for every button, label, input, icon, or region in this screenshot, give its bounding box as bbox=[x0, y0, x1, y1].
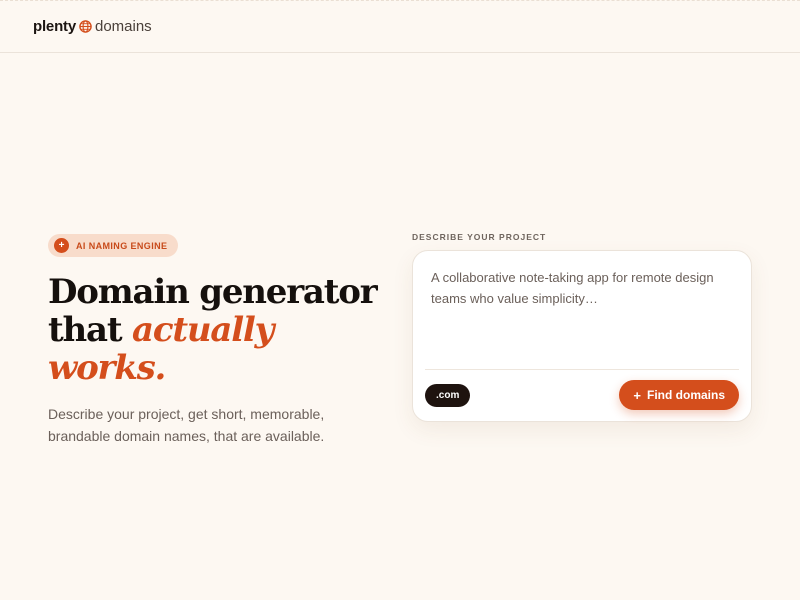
project-description-input[interactable]: A collaborative note-taking app for remo… bbox=[431, 267, 736, 363]
logo[interactable]: plenty domains bbox=[33, 18, 152, 35]
card-divider bbox=[425, 369, 739, 370]
project-description-label: DESCRIBE YOUR PROJECT bbox=[412, 232, 547, 242]
logo-word-plenty: plenty bbox=[33, 18, 76, 35]
page-title: Domain generator that actually works. bbox=[48, 273, 388, 387]
plus-icon: + bbox=[54, 238, 69, 253]
tld-selector[interactable]: .com bbox=[425, 384, 471, 407]
search-card: A collaborative note-taking app for remo… bbox=[412, 250, 752, 422]
headline-line-2-plain: that bbox=[48, 310, 132, 350]
hero-subtext: Describe your project, get short, memora… bbox=[48, 406, 325, 444]
find-domains-label: Find domains bbox=[647, 388, 725, 402]
hero-section: + AI NAMING ENGINE Domain generator that… bbox=[48, 234, 388, 447]
find-domains-button[interactable]: + Find domains bbox=[619, 380, 739, 410]
logo-word-domains: domains bbox=[94, 18, 152, 35]
top-bar: plenty domains bbox=[0, 0, 800, 53]
globe-icon bbox=[79, 20, 92, 33]
headline-line-1: Domain generator bbox=[48, 272, 378, 312]
plus-icon: + bbox=[633, 387, 641, 403]
badge-label: AI NAMING ENGINE bbox=[76, 240, 168, 251]
ai-badge: + AI NAMING ENGINE bbox=[48, 234, 179, 257]
